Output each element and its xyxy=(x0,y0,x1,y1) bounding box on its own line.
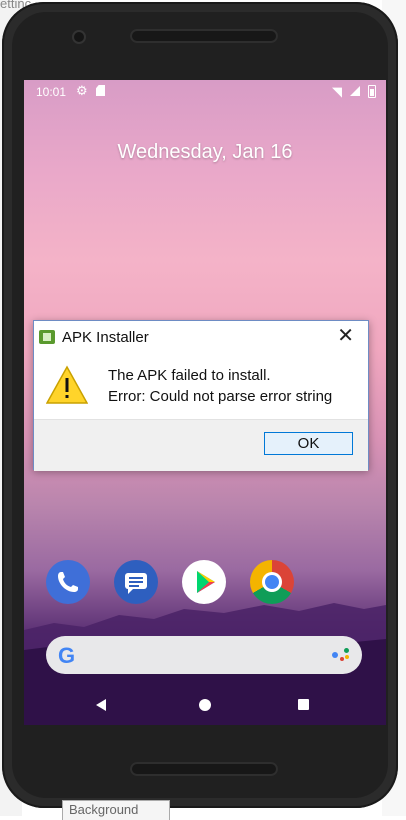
lockscreen-date: Wednesday, Jan 16 xyxy=(117,141,293,163)
settings-gear-icon: ⚙ xyxy=(76,83,88,98)
dialog-titlebar: APK Installer ✕ xyxy=(34,321,368,353)
home-icon[interactable] xyxy=(199,699,211,711)
phone-handset-icon xyxy=(58,572,78,592)
background-tab: Background xyxy=(62,800,170,820)
error-message-line-2: Error: Could not parse error string xyxy=(108,388,333,405)
ok-button[interactable]: OK xyxy=(264,432,353,455)
back-icon[interactable] xyxy=(96,699,106,711)
front-camera xyxy=(74,32,84,42)
messages-app-icon[interactable] xyxy=(114,560,158,604)
google-search-bar[interactable]: G xyxy=(46,636,362,674)
warning-icon xyxy=(46,365,88,404)
dialog-title: APK Installer xyxy=(62,329,149,346)
top-speaker xyxy=(130,29,278,43)
sd-card-icon xyxy=(96,85,105,96)
play-store-app-icon[interactable] xyxy=(182,560,226,604)
battery-icon xyxy=(368,85,376,98)
dialog-footer: OK xyxy=(34,419,368,471)
message-bubble-icon xyxy=(125,573,147,594)
recents-icon[interactable] xyxy=(298,699,309,710)
close-button[interactable]: ✕ xyxy=(337,325,354,347)
phone-app-icon[interactable] xyxy=(46,560,90,604)
dialog-body: The APK failed to install. Error: Could … xyxy=(34,353,368,419)
bottom-speaker xyxy=(130,762,278,776)
google-g-icon: G xyxy=(58,643,76,668)
assistant-mic-icon[interactable] xyxy=(332,648,350,662)
chrome-logo-icon xyxy=(262,572,282,592)
chrome-app-icon[interactable] xyxy=(250,560,294,604)
play-triangle-icon xyxy=(197,571,215,593)
cell-signal-icon xyxy=(350,86,360,96)
status-bar: 10:01 ⚙ ◥ xyxy=(24,80,386,104)
apk-installer-dialog: APK Installer ✕ The APK failed to instal… xyxy=(33,320,369,471)
apk-installer-app-icon xyxy=(39,330,55,344)
error-message-line-1: The APK failed to install. xyxy=(108,367,271,384)
wifi-icon: ◥ xyxy=(332,84,342,99)
navigation-bar xyxy=(24,685,386,725)
status-time: 10:01 xyxy=(36,85,67,99)
